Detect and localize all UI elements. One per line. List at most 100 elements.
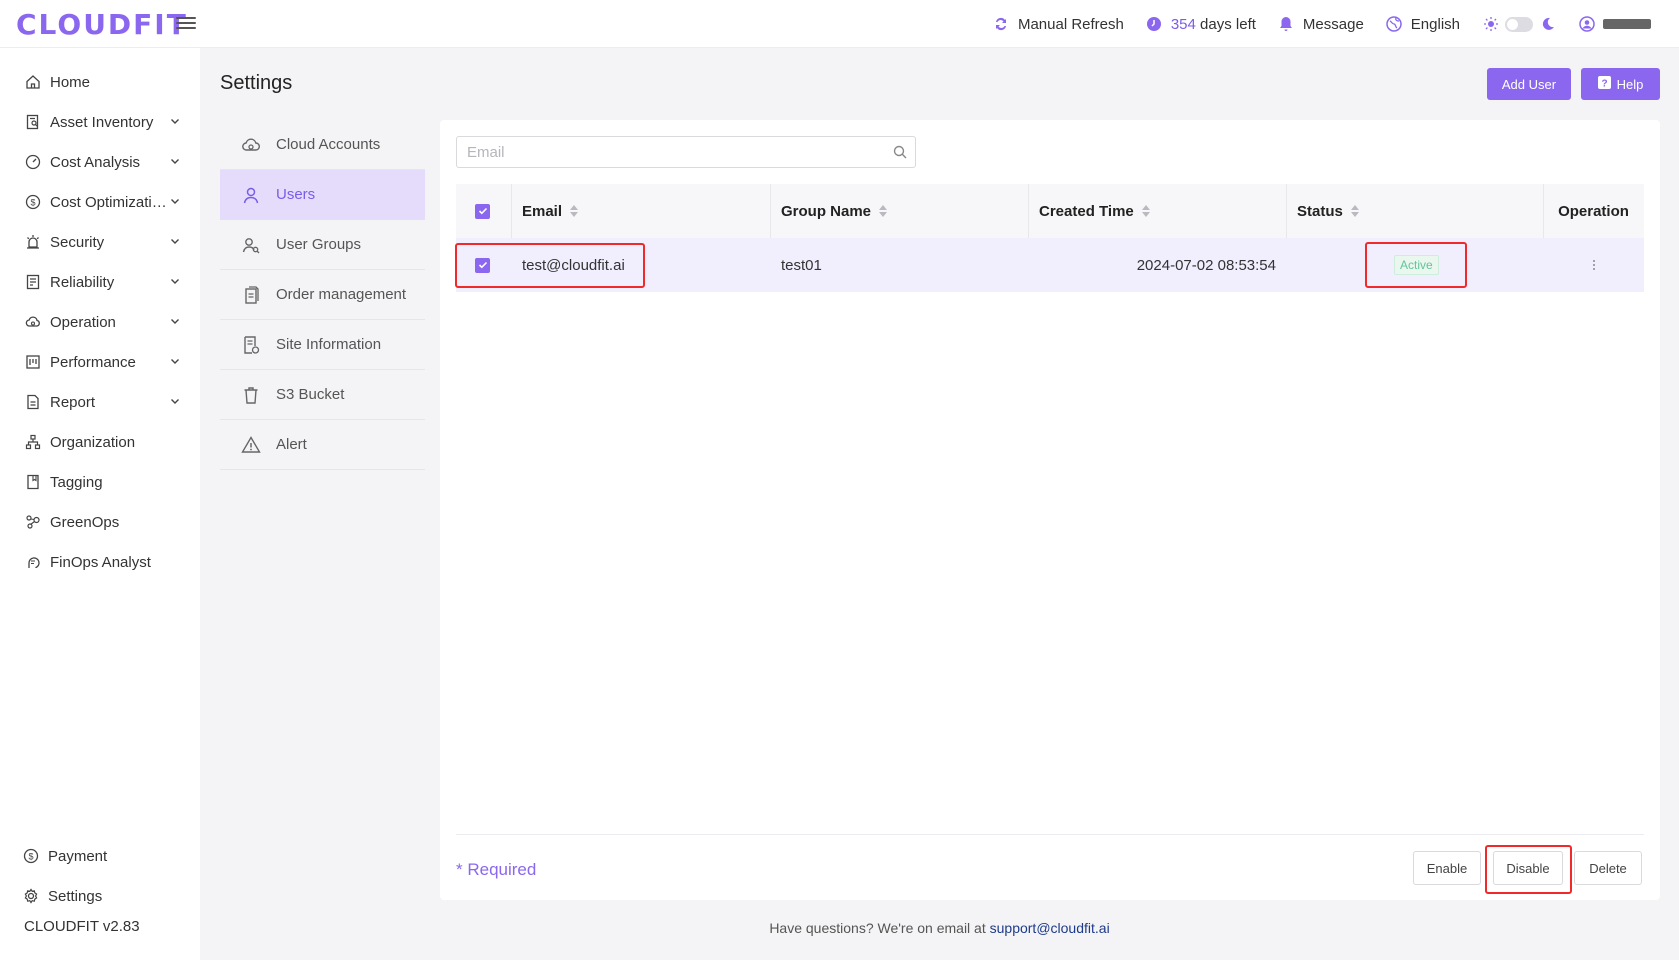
doc-icon	[24, 273, 42, 291]
required-note: * Required	[456, 860, 537, 879]
svg-text:?: ?	[1601, 79, 1607, 90]
sidebar-item-cost-optimizati[interactable]: $ Cost Optimizati…	[0, 184, 200, 220]
theme-toggle[interactable]	[1505, 16, 1533, 32]
column-operation-label: Operation	[1558, 202, 1629, 220]
support-email-link[interactable]: support@cloudfit.ai	[990, 920, 1110, 936]
sidebar-item-label: Payment	[48, 847, 108, 865]
sidebar-item-label: Cost Analysis	[50, 153, 141, 171]
sort-icon	[570, 204, 579, 218]
manual-refresh-label: Manual Refresh	[1017, 15, 1124, 33]
sidebar-item-label: GreenOps	[50, 513, 120, 531]
asset-icon	[24, 113, 42, 131]
table-row[interactable]: test@cloudfit.ai test01 2024-07-02 08:53…	[456, 238, 1644, 292]
sidebar-item-operation[interactable]: Operation	[0, 304, 200, 340]
settings-menu-label: Alert	[276, 436, 307, 453]
help-icon: ?	[1597, 76, 1611, 92]
sidebar-item-home[interactable]: Home	[0, 64, 200, 100]
settings-menu-site-information[interactable]: Site Information	[220, 320, 425, 370]
message-button[interactable]: Message	[1278, 16, 1364, 33]
column-status[interactable]: Status	[1297, 184, 1359, 238]
cloud-icon	[24, 313, 42, 331]
sidebar-item-label: Tagging	[50, 473, 103, 491]
settings-menu-s3-bucket[interactable]: S3 Bucket	[220, 370, 425, 420]
settings-menu-order-management[interactable]: Order management	[220, 270, 425, 320]
search-icon[interactable]	[885, 145, 915, 159]
column-email-label: Email	[522, 202, 563, 220]
logo: CLOUDFIT	[16, 8, 188, 41]
footer-divider	[456, 834, 1644, 835]
theme-switch[interactable]	[1482, 16, 1556, 33]
settings-menu-label: User Groups	[276, 236, 362, 253]
sort-icon	[879, 204, 888, 218]
enable-button[interactable]: Enable	[1413, 851, 1481, 885]
delete-button[interactable]: Delete	[1574, 851, 1642, 885]
chevron-down-icon	[171, 159, 179, 164]
select-all-cell	[475, 184, 490, 238]
settings-menu-user-groups[interactable]: User Groups	[220, 220, 425, 270]
table-header: Email Group Name Created Time Status Ope…	[456, 184, 1644, 238]
sidebar-item-label: Home	[50, 73, 91, 91]
sidebar-item-security[interactable]: Security	[0, 224, 200, 260]
chevron-down-icon	[171, 119, 179, 124]
user-menu[interactable]	[1578, 16, 1651, 33]
menu-toggle-icon[interactable]	[176, 14, 196, 32]
settings-menu-label: Users	[276, 186, 316, 203]
select-all-checkbox[interactable]	[475, 203, 490, 219]
sidebar-item-cost-analysis[interactable]: Cost Analysis	[0, 144, 200, 180]
home-icon	[24, 73, 42, 91]
sidebar-item-asset-inventory[interactable]: Asset Inventory	[0, 104, 200, 140]
sidebar-item-report[interactable]: Report	[0, 384, 200, 420]
more-options-icon[interactable]	[1584, 255, 1604, 275]
sidebar-item-organization[interactable]: Organization	[0, 424, 200, 460]
user-group-icon	[240, 234, 262, 256]
row-group-name: test01	[781, 256, 822, 274]
sidebar-item-finops-analyst[interactable]: FinOps Analyst	[0, 544, 200, 580]
sidebar-item-payment[interactable]: $ Payment	[0, 838, 200, 874]
delete-label: Delete	[1589, 860, 1627, 876]
column-status-label: Status	[1297, 202, 1343, 220]
sidebar-item-label: Organization	[50, 433, 136, 451]
settings-menu-label: Site Information	[276, 336, 382, 353]
enable-label: Enable	[1426, 860, 1468, 876]
svg-text:$: $	[30, 198, 35, 208]
settings-menu-cloud-accounts[interactable]: Cloud Accounts	[220, 120, 425, 170]
column-group-name[interactable]: Group Name	[781, 184, 888, 238]
row-checkbox[interactable]	[475, 257, 490, 273]
settings-menu-users[interactable]: Users	[220, 170, 425, 220]
analyst-icon	[24, 553, 42, 571]
page-title: Settings	[220, 72, 293, 94]
chevron-down-icon	[171, 199, 179, 204]
email-search-input[interactable]	[457, 137, 885, 167]
sidebar-item-label: Security	[50, 233, 105, 251]
column-email[interactable]: Email	[522, 184, 579, 238]
row-created-time: 2024-07-02 08:53:54	[1136, 256, 1276, 274]
org-icon	[24, 433, 42, 451]
help-button[interactable]: ? Help	[1581, 68, 1660, 100]
user-avatar-icon	[1578, 16, 1595, 33]
sidebar-item-settings[interactable]: Settings	[0, 878, 200, 914]
leaf-icon	[24, 513, 42, 531]
add-user-button[interactable]: Add User	[1487, 68, 1571, 100]
language-button[interactable]: English	[1386, 16, 1460, 33]
warning-icon	[240, 434, 262, 456]
settings-menu-label: S3 Bucket	[276, 386, 345, 403]
sidebar-item-reliability[interactable]: Reliability	[0, 264, 200, 300]
disable-label: Disable	[1506, 860, 1550, 876]
row-operation	[1543, 238, 1644, 292]
sidebar-item-greenops[interactable]: GreenOps	[0, 504, 200, 540]
trash-bucket-icon	[240, 384, 262, 406]
sun-icon	[1482, 16, 1499, 33]
sidebar-item-tagging[interactable]: Tagging	[0, 464, 200, 500]
sidebar-item-label: Operation	[50, 313, 116, 331]
sidebar-item-label: Asset Inventory	[50, 113, 154, 131]
clipboard-icon	[240, 284, 262, 306]
settings-menu-alert[interactable]: Alert	[220, 420, 425, 470]
dollar-icon: $	[24, 193, 42, 211]
manual-refresh-button[interactable]: Manual Refresh	[993, 16, 1124, 33]
days-label: days left	[1200, 15, 1256, 33]
disable-button[interactable]: Disable	[1493, 851, 1563, 885]
dollar-icon: $	[22, 847, 40, 865]
column-created-time[interactable]: Created Time	[1039, 184, 1150, 238]
tag-icon	[24, 473, 42, 491]
sidebar-item-performance[interactable]: Performance	[0, 344, 200, 380]
